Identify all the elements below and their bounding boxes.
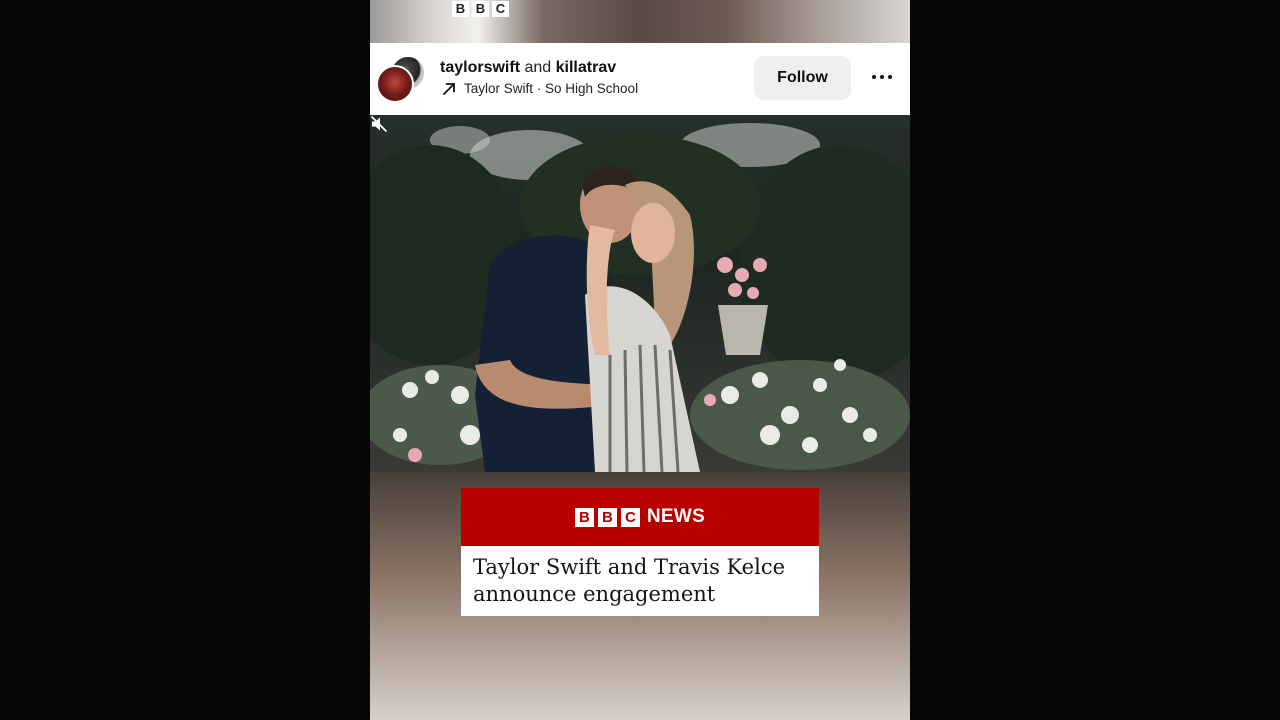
bbc-news-card: B B C NEWS Taylor Swift and Travis Kelce… [461,488,819,616]
speaker-muted-icon[interactable] [370,115,388,133]
news-headline: Taylor Swift and Travis Kelce announce e… [473,555,786,606]
follow-button[interactable]: Follow [754,56,851,100]
bbc-logo-letter: B [472,1,489,17]
bbc-logo: B B C [452,1,509,17]
bbc-logo-letter: C [492,1,509,17]
blurred-background-top: B B C [370,0,910,43]
audio-label: Taylor Swift · So High School [464,81,639,96]
bbc-logo-letter: B [597,507,617,527]
video-column: B B C taylorswift and killatrav Taylor S… [370,0,910,720]
username-link[interactable]: taylorswift [440,59,520,76]
authors-conjunction: and [524,59,552,76]
audio-link[interactable]: Taylor Swift · So High School [442,81,638,96]
post-authors: taylorswift and killatrav [440,59,616,77]
post-photo[interactable] [370,115,910,472]
bbc-news-wordmark: NEWS [646,506,706,527]
bbc-news-banner: B B C NEWS [461,488,819,546]
bbc-logo-letter: B [574,507,594,527]
couple-photo-illustration [370,123,910,472]
bbc-logo-letter: B [452,1,469,17]
bbc-logo-letter: C [620,507,640,527]
more-options-icon[interactable] [868,67,896,87]
post-header: taylorswift and killatrav Taylor Swift ·… [370,43,910,115]
username-link[interactable]: killatrav [556,59,616,76]
avatar-taylorswift[interactable] [376,65,414,103]
arrow-up-right-icon [443,82,455,95]
